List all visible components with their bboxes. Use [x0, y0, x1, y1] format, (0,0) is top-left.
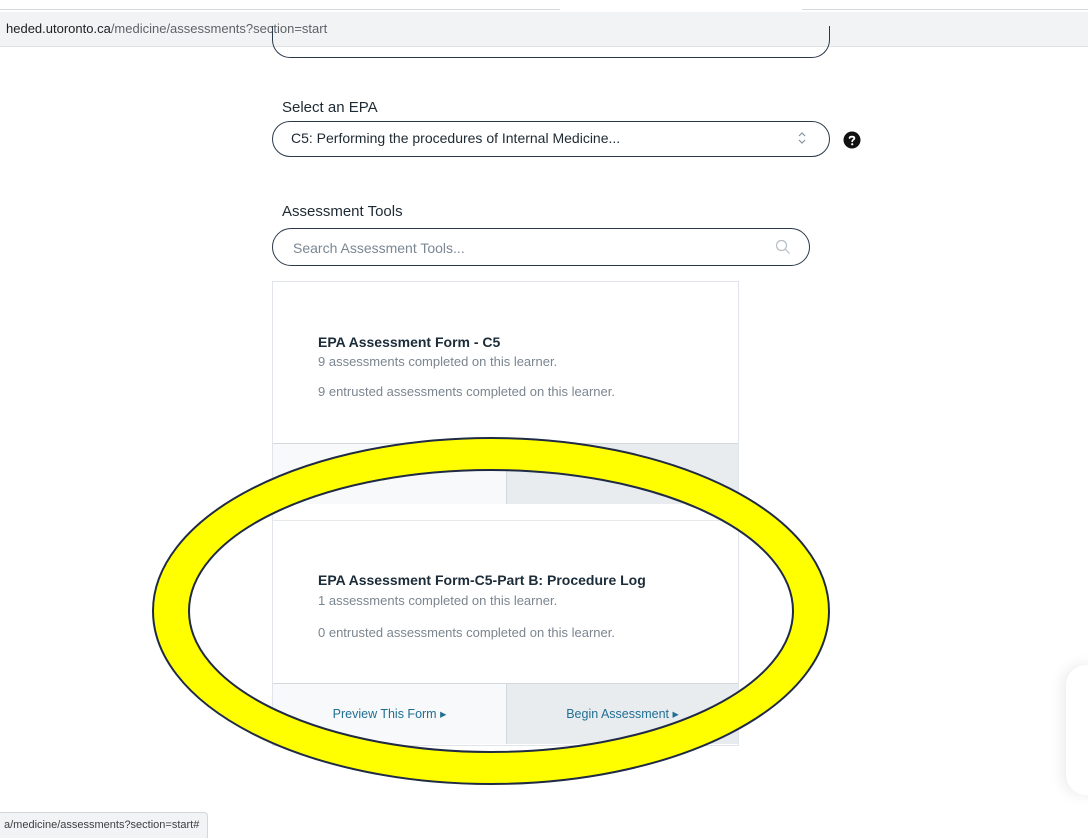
card-completed-count: 9 assessments completed on this learner.: [318, 354, 558, 369]
card-divider: [273, 520, 738, 521]
url-domain: heded.utoronto.ca: [6, 21, 111, 36]
epa-select-label: Select an EPA: [282, 99, 378, 116]
updown-chevron-icon: [798, 132, 806, 144]
card-actions: Preview This Form ▸ Begin Assessment ▸: [273, 683, 738, 744]
epa-select[interactable]: C5: Performing the procedures of Interna…: [272, 121, 830, 157]
preview-form-button[interactable]: Preview This Form ▸: [273, 684, 507, 744]
epa-select-value: C5: Performing the procedures of Interna…: [291, 130, 621, 146]
browser-tab-strip: [0, 0, 1088, 12]
card-entrusted-count: 9 entrusted assessments completed on thi…: [318, 384, 615, 399]
card-completed-count: 1 assessments completed on this learner.: [318, 593, 558, 608]
begin-assessment-button[interactable]: [507, 444, 738, 504]
begin-assessment-button[interactable]: Begin Assessment ▸: [507, 684, 738, 744]
question-circle-icon[interactable]: [843, 131, 861, 149]
assessment-tools-list: EPA Assessment Form - C5 9 assessments c…: [272, 281, 739, 746]
side-panel-edge: [1066, 665, 1088, 795]
preview-form-button[interactable]: [273, 444, 507, 504]
card-title[interactable]: EPA Assessment Form - C5: [318, 334, 500, 350]
tab-strip-divider-left: [0, 9, 560, 10]
tab-strip-divider-right: [802, 9, 1088, 10]
status-bar-link-preview: a/medicine/assessments?section=start#: [0, 812, 209, 838]
search-icon[interactable]: [775, 239, 791, 255]
assessment-tools-search[interactable]: [272, 228, 810, 266]
assessment-tools-label: Assessment Tools: [282, 203, 403, 220]
card-entrusted-count: 0 entrusted assessments completed on thi…: [318, 625, 615, 640]
search-input[interactable]: [291, 229, 755, 266]
previous-select-field[interactable]: [272, 26, 830, 58]
card-actions: [273, 443, 738, 504]
card-title[interactable]: EPA Assessment Form-C5-Part B: Procedure…: [318, 572, 646, 588]
